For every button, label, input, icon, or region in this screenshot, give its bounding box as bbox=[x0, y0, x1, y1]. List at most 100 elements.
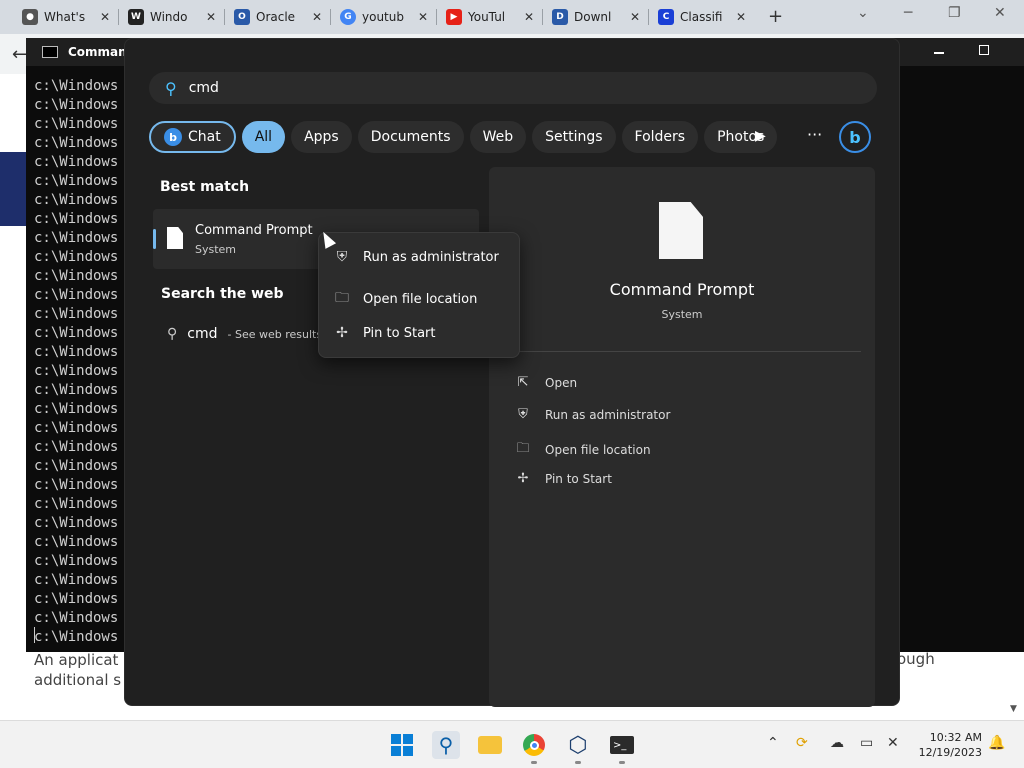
chrome-icon bbox=[523, 734, 545, 756]
close-icon[interactable]: ✕ bbox=[418, 10, 428, 24]
bing-chat-icon: b bbox=[164, 128, 182, 146]
close-icon[interactable]: ✕ bbox=[630, 10, 640, 24]
action-open[interactable]: ⇱ Open bbox=[515, 375, 578, 390]
search-icon: ⚲ bbox=[165, 78, 177, 98]
browser-tab-bar: ● What's ✕ W Windo ✕ O Oracle ✕ G youtub… bbox=[0, 0, 1024, 34]
cmd-line: c:\Windows bbox=[34, 306, 119, 322]
close-icon[interactable]: ✕ bbox=[312, 10, 322, 24]
cmd-line: c:\Windows bbox=[34, 173, 119, 189]
browser-tab[interactable]: W Windo ✕ bbox=[120, 4, 224, 30]
cmd-line: c:\Windows bbox=[34, 439, 119, 455]
taskbar-chrome[interactable] bbox=[520, 731, 548, 759]
filter-label: Web bbox=[482, 129, 514, 145]
app-file-icon bbox=[659, 202, 703, 259]
minimize-icon[interactable]: ─ bbox=[904, 5, 912, 21]
menu-item-label: Pin to Start bbox=[363, 325, 436, 341]
action-pin-to-start[interactable]: ✢ Pin to Start bbox=[515, 471, 612, 486]
detail-subtitle: System bbox=[661, 308, 703, 321]
taskbar-search-button[interactable]: ⚲ bbox=[432, 731, 460, 759]
taskbar-virtualbox[interactable]: ⬡ bbox=[564, 731, 592, 759]
cmd-line: c:\Windows bbox=[34, 192, 119, 208]
page-text: ough bbox=[897, 650, 935, 668]
filter-all[interactable]: All bbox=[241, 121, 286, 153]
web-result[interactable]: ⚲ cmd - See web results bbox=[167, 326, 322, 342]
more-options-icon[interactable]: ··· bbox=[807, 125, 822, 144]
tab-title: Oracle bbox=[256, 10, 296, 24]
browser-tab[interactable]: C Classifi ✕ bbox=[650, 4, 754, 30]
taskbar: ⚲ ⬡ >_ ⌃ ⟳ ☁ ▭ ✕ 10:32 AM 12/19/2023 🔔 bbox=[0, 720, 1024, 768]
close-window-icon[interactable]: ✕ bbox=[994, 5, 1006, 21]
action-open-file-location[interactable]: 🗀 Open file location bbox=[515, 439, 650, 461]
filter-web[interactable]: Web bbox=[469, 121, 527, 153]
filter-settings[interactable]: Settings bbox=[532, 121, 616, 153]
wiki-icon: W bbox=[128, 9, 144, 25]
back-arrow-icon[interactable]: ← bbox=[12, 44, 27, 65]
cmd-line: c:\Windows bbox=[34, 496, 119, 512]
browser-tab[interactable]: ● What's ✕ bbox=[14, 4, 118, 30]
bing-icon[interactable]: b bbox=[839, 121, 871, 153]
taskbar-terminal[interactable]: >_ bbox=[608, 731, 636, 759]
cmd-line: c:\Windows bbox=[34, 534, 119, 550]
running-indicator bbox=[619, 761, 625, 764]
start-search-panel: ⚲ cmd b Chat All Apps Documents Web Sett… bbox=[124, 38, 900, 707]
close-icon[interactable]: ✕ bbox=[100, 10, 110, 24]
cmd-minimize-icon[interactable] bbox=[934, 52, 944, 54]
running-indicator bbox=[575, 761, 581, 764]
cmd-maximize-icon[interactable] bbox=[979, 45, 989, 55]
sync-icon[interactable]: ⟳ bbox=[796, 735, 808, 751]
cmd-line: c:\Windows bbox=[34, 458, 119, 474]
scroll-down-icon[interactable]: ▼ bbox=[1010, 704, 1017, 714]
filter-chat[interactable]: b Chat bbox=[149, 121, 236, 153]
cmd-line: c:\Windows bbox=[34, 629, 119, 645]
notification-bell-icon[interactable]: 🔔 bbox=[988, 735, 1005, 751]
folder-icon: 🗀 bbox=[516, 441, 530, 456]
google-icon: G bbox=[340, 9, 356, 25]
menu-item-label: Run as administrator bbox=[363, 249, 499, 265]
cmd-line: c:\Windows bbox=[34, 154, 119, 170]
action-run-as-admin[interactable]: ⛨ Run as administrator bbox=[515, 407, 670, 422]
tab-title: What's bbox=[44, 10, 86, 24]
page-strip bbox=[0, 78, 26, 152]
tab-list-icon[interactable]: ⌄ bbox=[857, 5, 869, 21]
search-input[interactable]: ⚲ cmd bbox=[149, 72, 877, 104]
cmd-line: c:\Windows bbox=[34, 382, 119, 398]
volume-muted-icon[interactable]: ✕ bbox=[887, 735, 899, 751]
browser-tab[interactable]: ▶ YouTul ✕ bbox=[438, 4, 542, 30]
browser-tab[interactable]: G youtub ✕ bbox=[332, 4, 436, 30]
windows-logo-icon bbox=[391, 734, 413, 756]
browser-tab[interactable]: O Oracle ✕ bbox=[226, 4, 330, 30]
taskbar-file-explorer[interactable] bbox=[476, 731, 504, 759]
filter-documents[interactable]: Documents bbox=[357, 121, 464, 153]
cmd-line: c:\Windows bbox=[34, 591, 119, 607]
cmd-line: c:\Windows bbox=[34, 268, 119, 284]
new-tab-button[interactable]: + bbox=[768, 6, 783, 27]
filter-apps[interactable]: Apps bbox=[291, 121, 352, 153]
chevron-up-icon[interactable]: ⌃ bbox=[767, 735, 779, 751]
browser-tab[interactable]: D Downl ✕ bbox=[544, 4, 648, 30]
result-detail-pane: Command Prompt System ⇱ Open ⛨ Run as ad… bbox=[489, 167, 875, 707]
close-icon[interactable]: ✕ bbox=[524, 10, 534, 24]
context-menu: ⛨ Run as administrator 🗀 Open file locat… bbox=[318, 232, 520, 358]
network-icon[interactable]: ▭ bbox=[860, 735, 873, 751]
search-query: cmd bbox=[188, 80, 219, 96]
close-icon[interactable]: ✕ bbox=[206, 10, 216, 24]
result-type: System bbox=[195, 243, 237, 256]
cmd-line: c:\Windows bbox=[34, 572, 119, 588]
terminal-icon: >_ bbox=[610, 736, 634, 754]
close-icon[interactable]: ✕ bbox=[736, 10, 746, 24]
filter-folders[interactable]: Folders bbox=[621, 121, 699, 153]
system-clock[interactable]: 10:32 AM 12/19/2023 bbox=[918, 730, 982, 760]
start-button[interactable] bbox=[388, 731, 416, 759]
filter-photos[interactable]: Photos bbox=[704, 121, 778, 153]
menu-item-open-file-location[interactable]: 🗀 Open file location bbox=[333, 287, 477, 311]
restore-icon[interactable]: ❐ bbox=[948, 5, 961, 21]
cmd-output: c:\Windows c:\Windows c:\Windows c:\Windows… bbox=[34, 77, 118, 647]
play-icon[interactable]: ▶ bbox=[755, 128, 766, 144]
oracle-icon: O bbox=[234, 9, 250, 25]
menu-item-run-as-admin[interactable]: ⛨ Run as administrator bbox=[333, 249, 499, 265]
cube-icon: ⬡ bbox=[568, 732, 588, 758]
cloud-off-icon[interactable]: ☁ bbox=[830, 735, 844, 751]
cmd-app-icon bbox=[42, 46, 58, 58]
menu-item-pin-to-start[interactable]: ✢ Pin to Start bbox=[333, 325, 435, 341]
cmd-line: c:\Windows bbox=[34, 401, 119, 417]
